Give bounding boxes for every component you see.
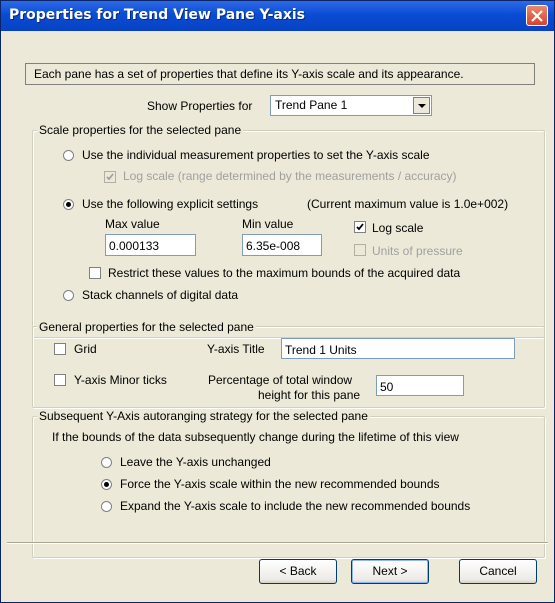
check-icon	[106, 173, 114, 181]
y-axis-title-text: Trend 1 Units	[285, 343, 357, 357]
next-button[interactable]: Next >	[351, 559, 429, 584]
grid-label: Grid	[74, 342, 97, 356]
chevron-down-icon[interactable]	[413, 97, 430, 114]
log-scale-label: Log scale	[372, 221, 424, 235]
show-properties-dropdown[interactable]: Trend Pane 1	[270, 95, 432, 116]
radio-leave-unchanged[interactable]	[101, 457, 112, 468]
expand-scale-label: Expand the Y-axis scale to include the n…	[120, 499, 471, 513]
force-scale-label: Force the Y-axis scale within the new re…	[120, 477, 440, 491]
min-value-label: Min value	[242, 217, 294, 231]
show-properties-label: Show Properties for	[147, 99, 253, 113]
autoranging-label: Subsequent Y-Axis autoranging strategy f…	[37, 409, 370, 423]
properties-dialog: Properties for Trend View Pane Y-axis Ea…	[0, 0, 555, 603]
checkbox-units-of-pressure	[354, 244, 366, 256]
y-axis-title-label: Y-axis Title	[207, 342, 265, 356]
max-value-input[interactable]: 0.000133	[105, 234, 196, 256]
cancel-button[interactable]: Cancel	[459, 559, 537, 584]
description-text: Each pane has a set of properties that d…	[34, 67, 464, 81]
radio-force-scale[interactable]	[101, 479, 112, 490]
percentage-label-line1: Percentage of total window	[208, 373, 353, 387]
back-button[interactable]: < Back	[259, 559, 337, 584]
radio-expand-scale[interactable]	[101, 501, 112, 512]
checkbox-grid[interactable]	[54, 343, 66, 355]
radio-stack-channels[interactable]	[63, 290, 74, 301]
min-value-text: 6.35e-008	[246, 239, 301, 253]
min-value-input[interactable]: 6.35e-008	[242, 234, 322, 256]
scale-properties-label: Scale properties for the selected pane	[37, 123, 244, 137]
show-properties-value: Trend Pane 1	[275, 98, 348, 112]
autoranging-intro: If the bounds of the data subsequently c…	[52, 430, 459, 444]
percentage-input[interactable]: 50	[376, 375, 464, 396]
window-title: Properties for Trend View Pane Y-axis	[9, 7, 306, 23]
restrict-values-label: Restrict these values to the maximum bou…	[108, 266, 461, 280]
leave-unchanged-label: Leave the Y-axis unchanged	[120, 455, 271, 469]
percentage-label-line2: height for this pane	[258, 388, 361, 402]
max-value-text: 0.000133	[109, 239, 160, 253]
minor-ticks-label: Y-axis Minor ticks	[74, 373, 167, 387]
current-maximum-text: (Current maximum value is 1.0e+002)	[307, 197, 509, 211]
close-icon	[531, 10, 543, 22]
close-button[interactable]	[526, 5, 548, 26]
radio-explicit-settings[interactable]	[63, 199, 74, 210]
footer-separator	[7, 542, 548, 544]
max-value-label: Max value	[105, 217, 160, 231]
checkbox-restrict-values[interactable]	[89, 267, 101, 279]
dialog-body: Each pane has a set of properties that d…	[7, 31, 548, 598]
general-properties-label: General properties for the selected pane	[37, 320, 256, 334]
percentage-text: 50	[380, 380, 394, 394]
explicit-settings-label: Use the following explicit settings	[82, 197, 259, 211]
checkbox-minor-ticks[interactable]	[54, 374, 66, 386]
units-of-pressure-label: Units of pressure	[372, 244, 463, 258]
check-icon	[356, 223, 364, 231]
stack-channels-label: Stack channels of digital data	[82, 288, 239, 302]
checkbox-log-scale[interactable]	[354, 221, 366, 233]
individual-measurement-label: Use the individual measurement propertie…	[82, 148, 430, 162]
radio-individual-measurement[interactable]	[63, 150, 74, 161]
y-axis-title-input[interactable]: Trend 1 Units	[281, 338, 515, 359]
title-bar[interactable]: Properties for Trend View Pane Y-axis	[1, 1, 554, 31]
checkbox-log-scale-range	[104, 171, 116, 183]
description-box: Each pane has a set of properties that d…	[25, 63, 535, 85]
log-scale-range-label: Log scale (range determined by the measu…	[123, 169, 457, 183]
